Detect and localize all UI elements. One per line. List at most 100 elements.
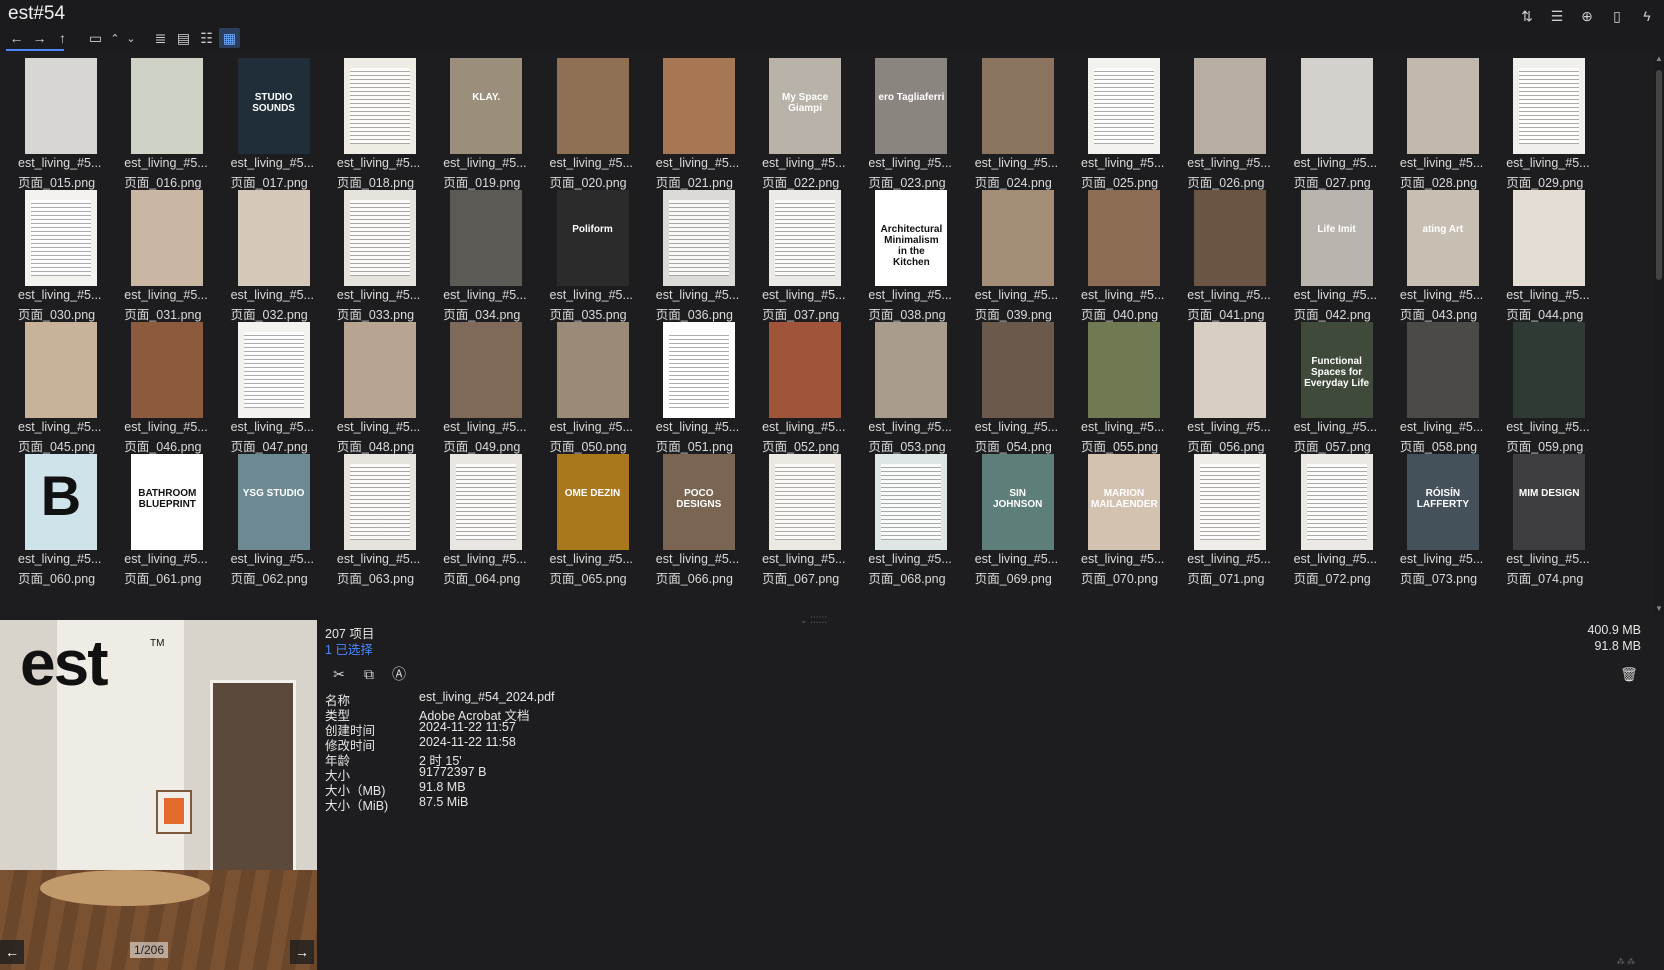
scroll-thumb[interactable]	[1656, 70, 1662, 280]
file-item[interactable]: est_living_#5... 页面_045.png	[0, 316, 101, 454]
chevron-up-icon[interactable]: ⌃	[108, 28, 122, 48]
status-indicator: ⁂ ⁂	[1616, 957, 1635, 966]
add-icon[interactable]: ⊕	[1576, 6, 1598, 26]
file-item[interactable]: est_living_#5... 页面_059.png	[1488, 316, 1590, 454]
file-item[interactable]: est_living_#5... 页面_049.png	[425, 316, 527, 454]
vertical-scrollbar[interactable]: ▲ ▼	[1654, 52, 1664, 615]
file-item[interactable]: est_living_#5... 页面_044.png	[1488, 184, 1590, 322]
delete-icon[interactable]: 🗑	[1619, 664, 1639, 684]
file-item[interactable]: est_living_#5... 页面_051.png	[638, 316, 739, 454]
clipboard-icon[interactable]: ▯	[1606, 6, 1628, 26]
list-options-icon[interactable]: ☰	[1546, 6, 1568, 26]
file-item[interactable]: est_living_#5... 页面_036.png	[638, 184, 739, 322]
up-icon[interactable]: ↑	[52, 28, 73, 48]
file-item[interactable]: MARION MAILAENDER est_living_#5... 页面_070.…	[1063, 448, 1164, 586]
file-thumbnail	[875, 322, 948, 418]
preview-artwork	[156, 790, 192, 834]
file-name: est_living_#5...	[1187, 288, 1271, 302]
file-item[interactable]: STUDIO SOUNDS est_living_#5... 页面_017.png	[213, 52, 314, 190]
list-view-icon[interactable]: ≣	[150, 28, 171, 48]
file-item[interactable]: est_living_#5... 页面_039.png	[957, 184, 1058, 322]
file-item[interactable]: est_living_#5... 页面_021.png	[638, 52, 739, 190]
file-name: est_living_#5...	[762, 288, 846, 302]
file-item[interactable]: est_living_#5... 页面_020.png	[532, 52, 633, 190]
file-item[interactable]: Poliform est_living_#5... 页面_035.png	[532, 184, 633, 322]
file-item[interactable]: est_living_#5... 页面_046.png	[106, 316, 208, 454]
file-item[interactable]: est_living_#5... 页面_067.png	[744, 448, 845, 586]
file-page: 页面_069.png	[974, 572, 1052, 586]
file-item[interactable]: est_living_#5... 页面_072.png	[1276, 448, 1377, 586]
file-item[interactable]: est_living_#5... 页面_026.png	[1169, 52, 1271, 190]
text-page-lines	[31, 200, 91, 276]
sort-icon[interactable]: ⇅	[1516, 6, 1538, 26]
file-item[interactable]: MIM DESIGN est_living_#5... 页面_074.png	[1488, 448, 1590, 586]
selection-count[interactable]: 1 已选择	[325, 639, 373, 658]
file-item[interactable]: est_living_#5... 页面_034.png	[425, 184, 527, 322]
file-item[interactable]: RÓISÍN LAFFERTY est_living_#5... 页面_073.pn…	[1382, 448, 1483, 586]
file-page: 页面_073.png	[1399, 572, 1478, 586]
file-item[interactable]: est_living_#5... 页面_047.png	[213, 316, 314, 454]
file-item[interactable]: est_living_#5... 页面_015.png	[0, 52, 101, 190]
file-item[interactable]: est_living_#5... 页面_048.png	[319, 316, 420, 454]
file-item[interactable]: Best_living_#5... 页面_060.png	[0, 448, 101, 586]
file-item[interactable]: est_living_#5... 页面_054.png	[957, 316, 1058, 454]
prev-page-button[interactable]: ←	[0, 940, 24, 964]
file-item[interactable]: est_living_#5... 页面_025.png	[1063, 52, 1164, 190]
file-item[interactable]: est_living_#5... 页面_028.png	[1382, 52, 1483, 190]
file-item[interactable]: est_living_#5... 页面_050.png	[532, 316, 633, 454]
details-view-icon[interactable]: ▤	[173, 28, 194, 48]
cut-icon[interactable]: ✂	[329, 664, 349, 684]
file-item[interactable]: est_living_#5... 页面_071.png	[1169, 448, 1271, 586]
file-item[interactable]: est_living_#5... 页面_053.png	[850, 316, 952, 454]
file-item[interactable]: KLAY. est_living_#5... 页面_019.png	[425, 52, 527, 190]
file-item[interactable]: est_living_#5... 页面_029.png	[1488, 52, 1590, 190]
file-item[interactable]: est_living_#5... 页面_027.png	[1276, 52, 1377, 190]
scroll-down-icon[interactable]: ▼	[1655, 604, 1663, 613]
next-page-button[interactable]: →	[290, 940, 314, 964]
property-row: 名称 est_living_#54_2024.pdf	[325, 690, 555, 708]
file-item[interactable]: Functional Spaces for Everyday Life est_l…	[1276, 316, 1377, 454]
forward-icon[interactable]: →	[29, 28, 50, 48]
file-item[interactable]: SIN JOHNSON est_living_#5... 页面_069.png	[957, 448, 1058, 586]
file-item[interactable]: est_living_#5... 页面_058.png	[1382, 316, 1483, 454]
file-item[interactable]: est_living_#5... 页面_024.png	[957, 52, 1058, 190]
file-item[interactable]: est_living_#5... 页面_030.png	[0, 184, 101, 322]
file-item[interactable]: est_living_#5... 页面_052.png	[744, 316, 845, 454]
folder-icon[interactable]: ▭	[85, 28, 106, 48]
file-item[interactable]: est_living_#5... 页面_063.png	[319, 448, 420, 586]
file-item[interactable]: YSG STUDIO est_living_#5... 页面_062.png	[213, 448, 314, 586]
chevron-down-icon[interactable]: ⌄	[124, 28, 138, 48]
file-item[interactable]: est_living_#5... 页面_056.png	[1169, 316, 1271, 454]
rename-icon[interactable]: Ⓐ	[389, 664, 409, 684]
scroll-up-icon[interactable]: ▲	[1655, 54, 1663, 63]
file-item[interactable]: est_living_#5... 页面_018.png	[319, 52, 420, 190]
file-item[interactable]: My Space Giampi est_living_#5... 页面_022.pn…	[744, 52, 845, 190]
file-name: est_living_#5...	[443, 420, 527, 434]
file-item[interactable]: POCO DESIGNS est_living_#5... 页面_066.png	[638, 448, 739, 586]
file-item[interactable]: est_living_#5... 页面_033.png	[319, 184, 420, 322]
file-item[interactable]: est_living_#5... 页面_040.png	[1063, 184, 1164, 322]
file-thumbnail: YSG STUDIO	[237, 454, 310, 550]
file-item[interactable]: ero Tagliaferri est_living_#5... 页面_023.pn…	[850, 52, 952, 190]
back-icon[interactable]: ←	[6, 28, 27, 48]
file-item[interactable]: est_living_#5... 页面_055.png	[1063, 316, 1164, 454]
file-thumbnail	[343, 58, 416, 154]
file-item[interactable]: BATHROOM BLUEPRINT est_living_#5... 页面_061…	[106, 448, 208, 586]
lightning-icon[interactable]: ϟ	[1636, 6, 1658, 26]
tree-view-icon[interactable]: ☷	[196, 28, 217, 48]
file-item[interactable]: est_living_#5... 页面_031.png	[106, 184, 208, 322]
thumbnail-view-icon[interactable]: ▦	[219, 28, 240, 48]
file-item[interactable]: Architectural Minimalism in the Kitchen e…	[850, 184, 952, 322]
copy-icon[interactable]: ⧉	[359, 664, 379, 684]
file-item[interactable]: est_living_#5... 页面_016.png	[106, 52, 208, 190]
file-item[interactable]: est_living_#5... 页面_037.png	[744, 184, 845, 322]
file-item[interactable]: Life Imit est_living_#5... 页面_042.png	[1276, 184, 1377, 322]
file-name: est_living_#5...	[1399, 420, 1484, 434]
file-item[interactable]: est_living_#5... 页面_068.png	[850, 448, 952, 586]
file-item[interactable]: est_living_#5... 页面_041.png	[1169, 184, 1271, 322]
file-item[interactable]: ating Art est_living_#5... 页面_043.png	[1382, 184, 1483, 322]
file-item[interactable]: OME DEZIN est_living_#5... 页面_065.png	[532, 448, 633, 586]
file-thumbnail	[1513, 322, 1586, 418]
file-item[interactable]: est_living_#5... 页面_064.png	[425, 448, 527, 586]
file-item[interactable]: est_living_#5... 页面_032.png	[213, 184, 314, 322]
